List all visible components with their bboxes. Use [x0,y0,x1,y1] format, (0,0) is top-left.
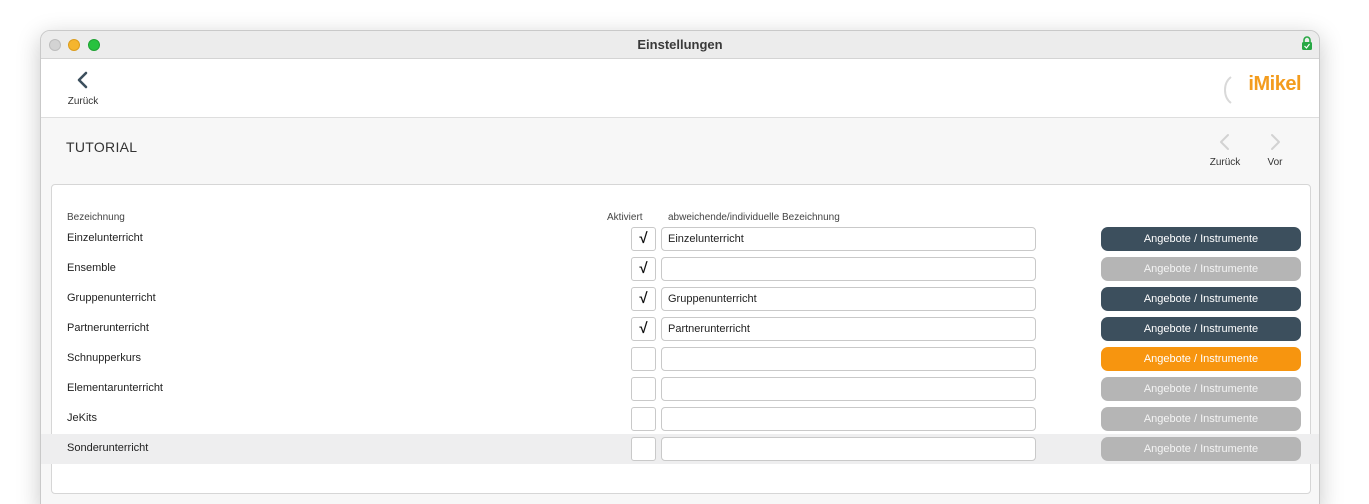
table-row: Gruppenunterricht √ Angebote / Instrumen… [41,284,1319,314]
row-label: Ensemble [67,262,116,274]
table-row: Partnerunterricht √ Angebote / Instrumen… [41,314,1319,344]
chevron-left-icon [1220,134,1229,150]
title-bar: Einstellungen [41,31,1319,59]
next-button[interactable]: Vor [1255,133,1295,173]
activated-checkbox[interactable]: √ [631,257,656,281]
activated-checkbox[interactable]: √ [631,227,656,251]
custom-name-input[interactable] [661,257,1036,281]
offers-instruments-button[interactable]: Angebote / Instrumente [1101,257,1301,281]
column-header-active: Aktiviert [607,212,643,223]
offers-instruments-button[interactable]: Angebote / Instrumente [1101,407,1301,431]
previous-button[interactable]: Zurück [1205,133,1245,173]
row-label: JeKits [67,412,97,424]
table-row: JeKits Angebote / Instrumente [41,404,1319,434]
custom-name-input[interactable] [661,287,1036,311]
row-label: Sonderunterricht [67,442,149,454]
activated-checkbox[interactable] [631,347,656,371]
custom-name-input[interactable] [661,347,1036,371]
table-row: Elementarunterricht Angebote / Instrumen… [41,374,1319,404]
custom-name-input[interactable] [661,317,1036,341]
chevron-right-icon [1271,134,1280,150]
logo-swoosh [1224,76,1232,104]
activated-checkbox[interactable] [631,377,656,401]
row-label: Elementarunterricht [67,382,163,394]
row-label: Schnupperkurs [67,352,141,364]
table-row: Ensemble √ Angebote / Instrumente [41,254,1319,284]
lock-icon [1302,36,1312,50]
custom-name-input[interactable] [661,377,1036,401]
activated-checkbox[interactable] [631,437,656,461]
offers-instruments-button[interactable]: Angebote / Instrumente [1101,227,1301,251]
table-row: Schnupperkurs Angebote / Instrumente [41,344,1319,374]
chevron-left-icon [77,71,88,89]
offers-instruments-button[interactable]: Angebote / Instrumente [1101,287,1301,311]
activated-checkbox[interactable]: √ [631,287,656,311]
imikel-logo: iMikel [1221,71,1301,105]
column-header-custom-name: abweichende/individuelle Bezeichnung [668,212,840,223]
custom-name-input[interactable] [661,407,1036,431]
back-button-label: Zurück [67,96,99,107]
window-title: Einstellungen [637,37,723,52]
offers-instruments-button[interactable]: Angebote / Instrumente [1101,347,1301,371]
row-label: Einzelunterricht [67,232,143,244]
top-navigation-bar: Zurück iMikel [41,59,1319,118]
back-button[interactable]: Zurück [63,71,103,111]
app-window: Einstellungen Zurück iMikel TUTORIAL Zur… [40,30,1320,504]
column-header-name: Bezeichnung [67,212,125,223]
previous-button-label: Zurück [1209,157,1241,168]
table-row-selected[interactable]: Sonderunterricht Angebote / Instrumente [41,434,1319,464]
custom-name-input[interactable] [661,227,1036,251]
row-label: Partnerunterricht [67,322,149,334]
custom-name-input[interactable] [661,437,1036,461]
section-title: TUTORIAL [66,139,138,155]
settings-panel: Bezeichnung Aktiviert abweichende/indivi… [41,184,1319,494]
next-button-label: Vor [1267,157,1283,168]
logo-text: iMikel [1248,73,1301,95]
offers-instruments-button[interactable]: Angebote / Instrumente [1101,317,1301,341]
offers-instruments-button[interactable]: Angebote / Instrumente [1101,377,1301,401]
row-label: Gruppenunterricht [67,292,156,304]
activated-checkbox[interactable] [631,407,656,431]
table-row: Einzelunterricht √ Angebote / Instrument… [41,224,1319,254]
offers-instruments-button[interactable]: Angebote / Instrumente [1101,437,1301,461]
activated-checkbox[interactable]: √ [631,317,656,341]
